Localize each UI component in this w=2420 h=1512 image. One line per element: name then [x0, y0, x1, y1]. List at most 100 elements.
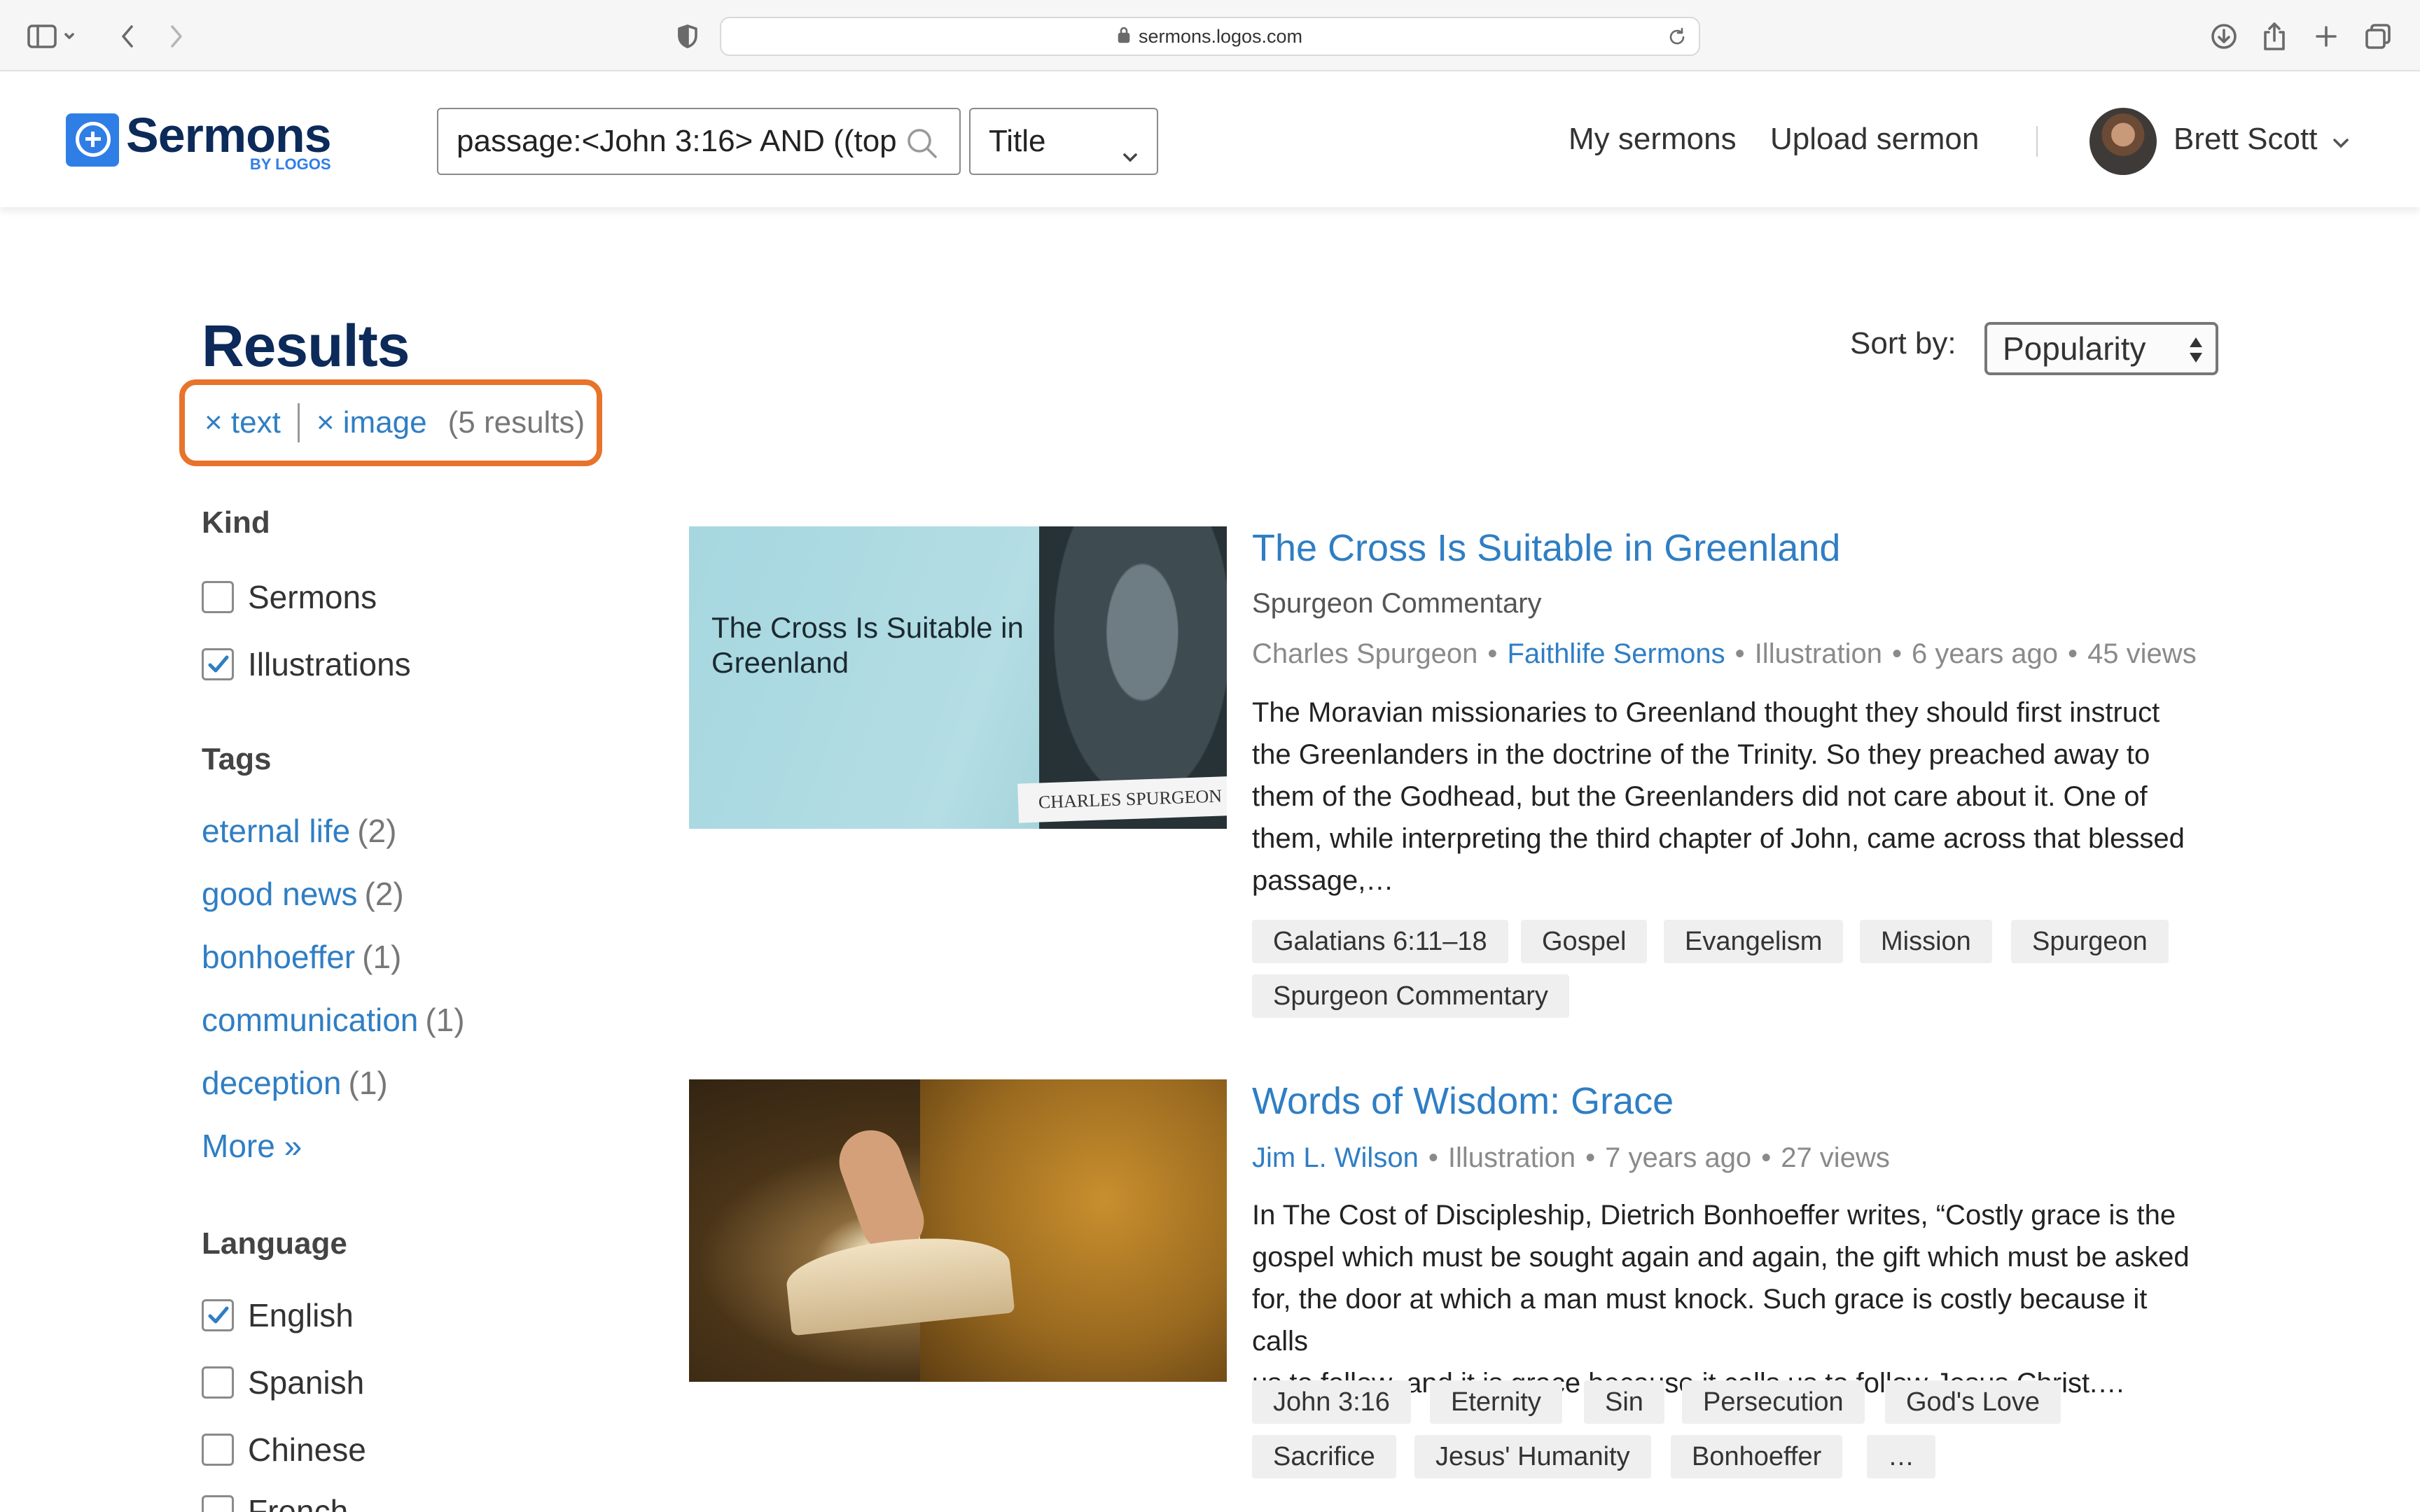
photo-figure [920, 1079, 1227, 1382]
back-icon[interactable] [106, 15, 148, 57]
tag-filter-deception[interactable]: deception (1) [202, 1064, 388, 1102]
description-line: The Moravian missionaries to Greenland t… [1252, 697, 2160, 728]
result-title-link[interactable]: Words of Wisdom: Grace [1252, 1079, 1674, 1123]
lock-icon [1118, 27, 1130, 47]
description-line: the Greenlanders in the doctrine of the … [1252, 739, 2150, 770]
sort-select-value: Popularity [2003, 330, 2146, 367]
checkbox[interactable] [202, 1366, 234, 1399]
language-heading: Language [202, 1226, 347, 1261]
result-channel-link[interactable]: Faithlife Sermons [1507, 638, 1725, 669]
tag-filter-eternal-life[interactable]: eternal life (2) [202, 812, 396, 850]
address-bar[interactable]: sermons.logos.com [720, 17, 1700, 56]
share-icon[interactable] [2253, 15, 2295, 57]
tag-pill[interactable]: God's Love [1885, 1380, 2061, 1424]
user-menu-name[interactable]: Brett Scott [2174, 122, 2317, 157]
more-tags-link[interactable]: More » [202, 1127, 302, 1165]
language-filter-french[interactable]: French [202, 1492, 348, 1512]
new-tab-icon[interactable] [2305, 15, 2347, 57]
search-icon[interactable] [906, 127, 938, 163]
checkmark-icon [208, 655, 229, 673]
tag-pill[interactable]: Spurgeon [2011, 920, 2169, 963]
tag-name[interactable]: communication [202, 1002, 418, 1038]
tag-pill[interactable]: Bonhoeffer [1671, 1435, 1843, 1478]
tag-pill[interactable]: Persecution [1682, 1380, 1865, 1424]
tag-pill[interactable]: Eternity [1430, 1380, 1562, 1424]
tag-filter-good-news[interactable]: good news (2) [202, 875, 404, 913]
checkbox[interactable] [202, 1495, 234, 1512]
remove-text-filter-link[interactable]: × text [204, 405, 281, 440]
kind-filter-label: Sermons [248, 579, 377, 615]
language-filter-chinese[interactable]: Chinese [202, 1431, 366, 1469]
result-title-link[interactable]: The Cross Is Suitable in Greenland [1252, 526, 1840, 570]
forward-icon[interactable] [155, 15, 197, 57]
kind-heading: Kind [202, 505, 270, 540]
tag-name[interactable]: good news [202, 876, 358, 912]
language-filter-label: Chinese [248, 1432, 366, 1468]
search-scope-select[interactable]: Title [969, 108, 1158, 175]
sort-select[interactable]: Popularity [1984, 322, 2218, 375]
chevron-down-icon[interactable] [2332, 137, 2350, 153]
tag-count: (2) [364, 876, 404, 912]
more-tags-pill[interactable]: … [1867, 1435, 1935, 1478]
language-filter-label: Spanish [248, 1364, 365, 1401]
tag-pill[interactable]: John 3:16 [1252, 1380, 1411, 1424]
description-line: them of the Godhead, but the Greenlander… [1252, 781, 2148, 812]
my-sermons-link[interactable]: My sermons [1569, 122, 1737, 157]
result-author-link[interactable]: Jim L. Wilson [1252, 1142, 1419, 1173]
result-thumbnail[interactable]: The Cross Is Suitable in Greenland CHARL… [689, 526, 1227, 829]
result-kind: Illustration [1447, 1142, 1576, 1173]
tag-pill[interactable]: Spurgeon Commentary [1252, 974, 1569, 1018]
select-arrows-icon [2188, 335, 2204, 373]
tag-filter-communication[interactable]: communication (1) [202, 1001, 465, 1039]
tag-count: (1) [362, 939, 402, 975]
sort-label: Sort by: [1850, 326, 1956, 360]
description-line: for, the door at which a man must knock.… [1252, 1284, 2148, 1357]
search-input[interactable] [457, 124, 905, 159]
tag-filter-bonhoeffer[interactable]: bonhoeffer (1) [202, 938, 401, 976]
result-thumbnail[interactable] [689, 1079, 1227, 1382]
result-source: Spurgeon Commentary [1252, 588, 1542, 619]
tag-pill[interactable]: Jesus' Humanity [1414, 1435, 1651, 1478]
sidebar-toggle-icon[interactable] [21, 15, 63, 57]
checkbox-checked[interactable] [202, 1299, 234, 1331]
tag-pill[interactable]: Sacrifice [1252, 1435, 1396, 1478]
avatar[interactable] [2089, 108, 2157, 175]
result-views: 45 views [2087, 638, 2197, 669]
checkbox[interactable] [202, 581, 234, 613]
privacy-shield-icon[interactable] [667, 15, 709, 57]
reload-icon[interactable] [1667, 27, 1688, 51]
kind-filter-illustrations[interactable]: Illustrations [202, 645, 411, 683]
tag-pill[interactable]: Galatians 6:11–18 [1252, 920, 1508, 963]
tag-name[interactable]: deception [202, 1065, 342, 1101]
thumbnail-title: The Cross Is Suitable in Greenland [711, 611, 1024, 679]
sermons-logo[interactable]: Sermons BY LOGOS [66, 108, 332, 174]
search-field[interactable] [437, 108, 961, 175]
tag-count: (2) [357, 813, 397, 849]
description-line: passage,… [1252, 865, 1394, 896]
tag-name[interactable]: eternal life [202, 813, 350, 849]
tag-pill[interactable]: Mission [1860, 920, 1992, 963]
upload-sermon-link[interactable]: Upload sermon [1770, 122, 1979, 157]
tab-overview-icon[interactable] [2357, 15, 2399, 57]
downloads-icon[interactable] [2203, 15, 2245, 57]
language-filter-label: French [248, 1493, 349, 1512]
tag-pill[interactable]: Evangelism [1664, 920, 1844, 963]
kind-filter-sermons[interactable]: Sermons [202, 578, 377, 616]
language-filter-spanish[interactable]: Spanish [202, 1364, 364, 1401]
tags-heading: Tags [202, 742, 272, 776]
checkbox[interactable] [202, 1434, 234, 1466]
checkmark-icon [208, 1306, 229, 1324]
result-description: The Moravian missionaries to Greenland t… [1252, 692, 2204, 902]
description-line: gospel which must be sought again and ag… [1252, 1242, 2190, 1273]
checkbox-checked[interactable] [202, 648, 234, 680]
tag-pill[interactable]: Sin [1584, 1380, 1664, 1424]
chevron-down-icon[interactable] [59, 15, 80, 57]
result-author[interactable]: Charles Spurgeon [1252, 638, 1477, 669]
tag-pill[interactable]: Gospel [1521, 920, 1648, 963]
result-age: 6 years ago [1912, 638, 2059, 669]
tag-name[interactable]: bonhoeffer [202, 939, 355, 975]
logo-title: Sermons [126, 108, 332, 162]
remove-image-filter-link[interactable]: × image [317, 405, 427, 440]
language-filter-english[interactable]: English [202, 1296, 354, 1334]
tag-count: (1) [348, 1065, 388, 1101]
